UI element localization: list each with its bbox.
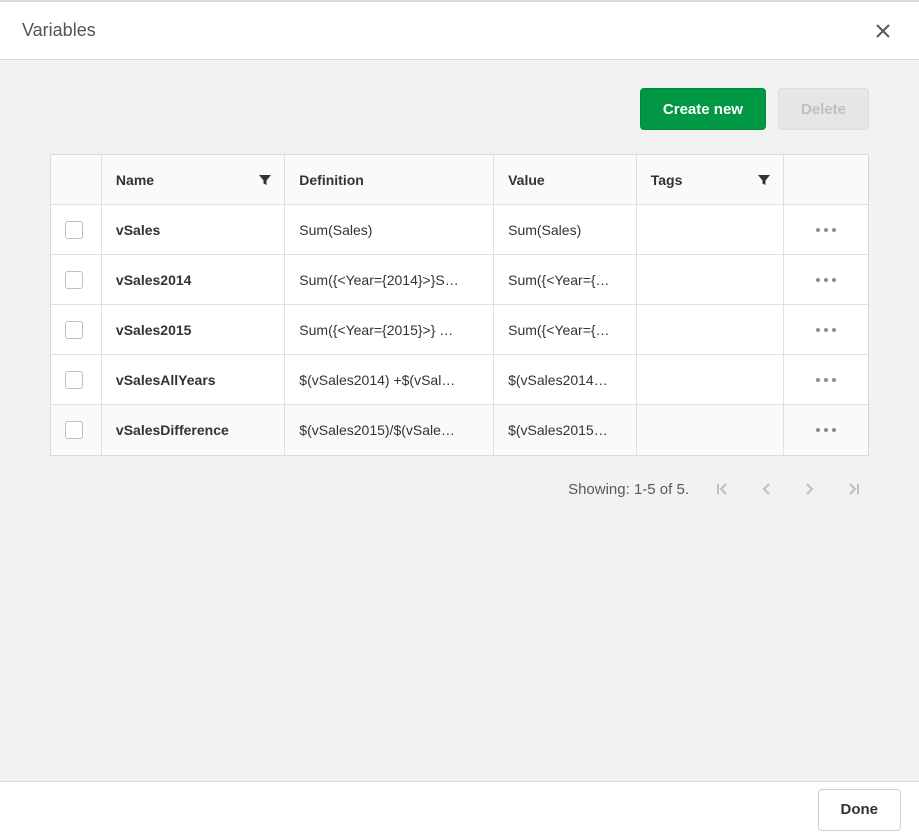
cell-definition: Sum({<Year={2015}>} …	[285, 305, 494, 355]
cell-actions	[784, 205, 868, 255]
cell-definition: Sum(Sales)	[285, 205, 494, 255]
toolbar: Create new Delete	[50, 88, 869, 130]
delete-button: Delete	[778, 88, 869, 130]
cell-name: vSalesAllYears	[102, 355, 285, 405]
table-row[interactable]: vSalesDifference$(vSales2015)/$(vSale…$(…	[51, 405, 868, 455]
pager: Showing: 1-5 of 5.	[50, 478, 869, 500]
table-row[interactable]: vSales2014Sum({<Year={2014}>}S…Sum({<Yea…	[51, 255, 868, 305]
row-checkbox[interactable]	[65, 271, 83, 289]
pager-status: Showing: 1-5 of 5.	[568, 481, 689, 498]
row-select-cell[interactable]	[51, 255, 102, 305]
more-icon	[815, 277, 837, 283]
column-header-definition[interactable]: Definition	[285, 155, 494, 205]
cell-actions	[784, 255, 868, 305]
row-checkbox[interactable]	[65, 221, 83, 239]
done-button[interactable]: Done	[818, 789, 902, 831]
column-label: Value	[508, 172, 545, 188]
row-checkbox[interactable]	[65, 371, 83, 389]
column-label: Name	[116, 172, 154, 188]
cell-name: vSales2015	[102, 305, 285, 355]
create-new-button[interactable]: Create new	[640, 88, 766, 130]
dialog-footer: Done	[0, 781, 919, 837]
cell-name: vSales2014	[102, 255, 285, 305]
chevron-last-icon	[846, 481, 862, 497]
cell-definition: $(vSales2015)/$(vSale…	[285, 405, 494, 455]
dialog-body: Create new Delete Name Definition Value	[0, 60, 919, 781]
close-icon	[874, 22, 892, 40]
more-icon	[815, 377, 837, 383]
chevron-right-icon	[802, 481, 818, 497]
cell-value: Sum({<Year={…	[494, 255, 637, 305]
row-actions-button[interactable]	[798, 205, 854, 254]
row-select-cell[interactable]	[51, 205, 102, 255]
cell-actions	[784, 355, 868, 405]
pager-prev-button[interactable]	[755, 478, 777, 500]
filter-icon[interactable]	[757, 173, 771, 187]
cell-tags	[637, 355, 785, 405]
cell-definition: $(vSales2014) +$(vSal…	[285, 355, 494, 405]
column-header-select	[51, 155, 102, 205]
dialog-title: Variables	[22, 20, 869, 41]
table-row[interactable]: vSales2015Sum({<Year={2015}>} …Sum({<Yea…	[51, 305, 868, 355]
dialog-header: Variables	[0, 2, 919, 60]
cell-value: Sum(Sales)	[494, 205, 637, 255]
chevron-left-icon	[758, 481, 774, 497]
cell-name: vSalesDifference	[102, 405, 285, 455]
cell-name: vSales	[102, 205, 285, 255]
row-checkbox[interactable]	[65, 321, 83, 339]
cell-actions	[784, 305, 868, 355]
cell-tags	[637, 305, 785, 355]
pager-next-button[interactable]	[799, 478, 821, 500]
cell-tags	[637, 405, 785, 455]
cell-value: $(vSales2014…	[494, 355, 637, 405]
filter-icon[interactable]	[258, 173, 272, 187]
pager-first-button[interactable]	[711, 478, 733, 500]
row-actions-button[interactable]	[798, 355, 854, 404]
row-select-cell[interactable]	[51, 355, 102, 405]
row-actions-button[interactable]	[798, 305, 854, 354]
row-select-cell[interactable]	[51, 305, 102, 355]
more-icon	[815, 427, 837, 433]
cell-tags	[637, 205, 785, 255]
cell-actions	[784, 405, 868, 455]
variables-table: Name Definition Value Tags	[50, 154, 869, 456]
column-header-tags[interactable]: Tags	[637, 155, 785, 205]
cell-value: $(vSales2015…	[494, 405, 637, 455]
cell-value: Sum({<Year={…	[494, 305, 637, 355]
column-header-name[interactable]: Name	[102, 155, 285, 205]
table-row[interactable]: vSalesSum(Sales)Sum(Sales)	[51, 205, 868, 255]
column-header-value[interactable]: Value	[494, 155, 637, 205]
table-header-row: Name Definition Value Tags	[51, 155, 868, 205]
column-label: Definition	[299, 172, 364, 188]
column-label: Tags	[651, 172, 683, 188]
row-actions-button[interactable]	[798, 255, 854, 304]
more-icon	[815, 327, 837, 333]
chevron-first-icon	[714, 481, 730, 497]
close-button[interactable]	[869, 17, 897, 45]
row-select-cell[interactable]	[51, 405, 102, 455]
column-header-actions	[784, 155, 868, 205]
cell-tags	[637, 255, 785, 305]
table-row[interactable]: vSalesAllYears$(vSales2014) +$(vSal…$(vS…	[51, 355, 868, 405]
cell-definition: Sum({<Year={2014}>}S…	[285, 255, 494, 305]
row-actions-button[interactable]	[798, 405, 854, 455]
row-checkbox[interactable]	[65, 421, 83, 439]
pager-last-button[interactable]	[843, 478, 865, 500]
more-icon	[815, 227, 837, 233]
